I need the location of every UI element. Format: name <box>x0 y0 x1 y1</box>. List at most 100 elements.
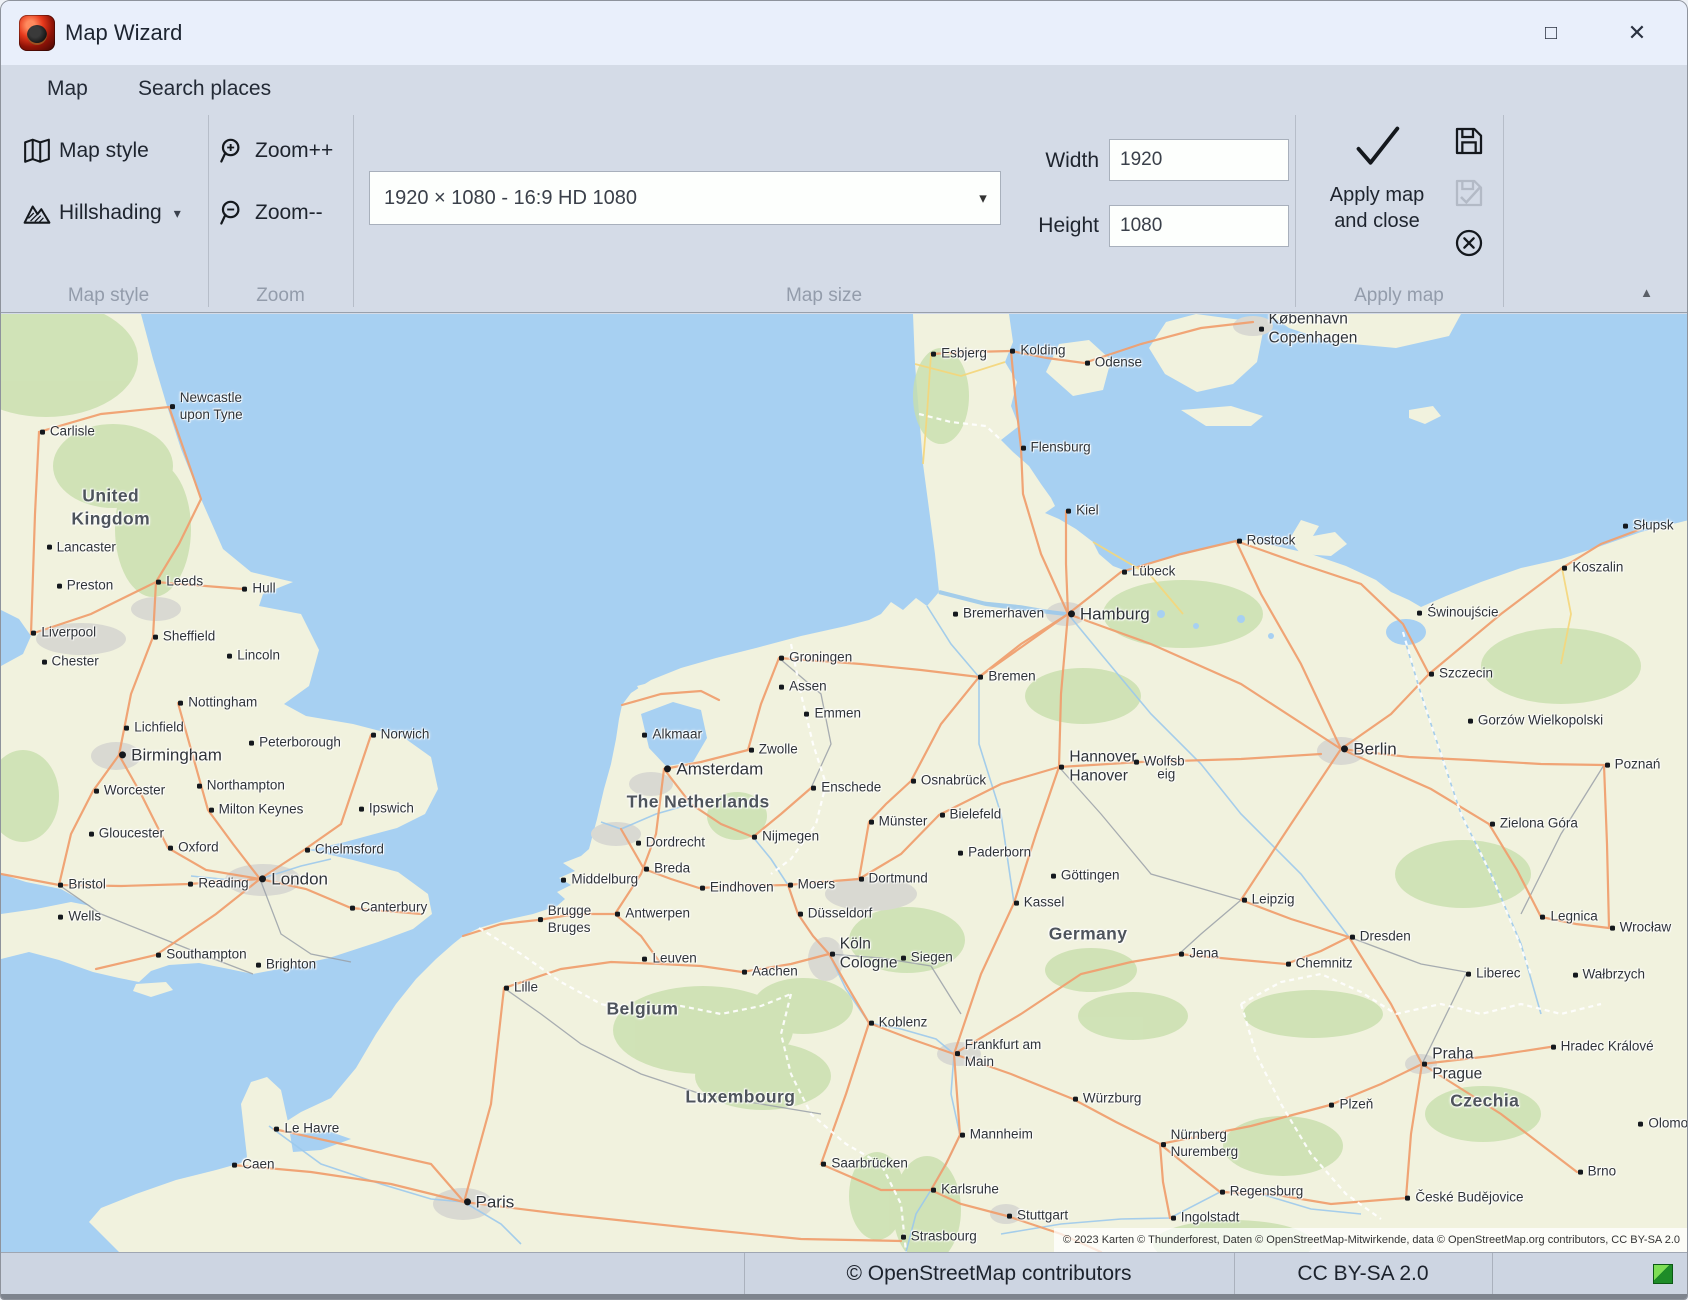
city-label: Saarbrücken <box>821 1155 908 1172</box>
city-label: Leuven <box>642 951 696 968</box>
ribbon: Map style Hillshading ▾ Map style Zoom++ <box>1 113 1687 313</box>
tab-map[interactable]: Map <box>47 65 88 113</box>
city-label: Bremerhaven <box>953 606 1044 623</box>
map-style-button[interactable]: Map style <box>23 137 149 165</box>
city-label: Kassel <box>1014 895 1065 912</box>
group-separator <box>1295 115 1296 307</box>
city-dot <box>274 1127 279 1132</box>
label-text: Lincoln <box>237 648 280 665</box>
city-label: Eindhoven <box>700 880 774 897</box>
city-label: eig <box>1157 766 1175 783</box>
save-check-icon-disabled <box>1453 177 1485 209</box>
city-dot <box>359 807 364 812</box>
city-dot <box>1134 760 1139 765</box>
city-label: Odense <box>1085 354 1142 371</box>
city-dot <box>1638 1122 1643 1127</box>
mountain-icon <box>23 199 51 227</box>
close-button[interactable]: ✕ <box>1619 15 1655 51</box>
city-label: Sheffield <box>153 628 215 645</box>
label-text: Gloucester <box>99 825 164 842</box>
city-label: Worcester <box>94 783 165 800</box>
city-dot <box>664 765 671 772</box>
cancel-icon[interactable] <box>1453 227 1485 259</box>
label-text: Świnoujście <box>1427 605 1498 622</box>
city-label: Rostock <box>1237 533 1296 550</box>
tab-search-places[interactable]: Search places <box>138 65 271 113</box>
label-text: Brno <box>1588 1164 1617 1181</box>
label-text: Esbjerg <box>941 346 987 363</box>
city-dot <box>153 634 158 639</box>
apply-map-and-close-button[interactable]: Apply map and close <box>1319 123 1435 234</box>
label-text: Oxford <box>178 839 219 856</box>
label-text: Koszalin <box>1572 560 1623 577</box>
status-green-icon[interactable] <box>1653 1264 1673 1284</box>
city-dot <box>615 912 620 917</box>
city-dot <box>1466 972 1471 977</box>
city-dot <box>256 962 261 967</box>
label-text: Liberec <box>1476 966 1520 983</box>
label-text: Wałbrzych <box>1583 967 1646 984</box>
label-text: Plzeň <box>1339 1096 1373 1113</box>
collapse-ribbon-icon[interactable]: ▲ <box>1640 285 1653 300</box>
city-label: Słupsk <box>1623 518 1674 535</box>
city-dot <box>911 779 916 784</box>
save-icon[interactable] <box>1453 125 1485 157</box>
city-label: Bremen <box>978 669 1035 686</box>
label-text: Middelburg <box>571 871 638 888</box>
label-text: Luxembourg <box>685 1086 795 1109</box>
city-dot <box>168 845 173 850</box>
city-dot <box>642 733 647 738</box>
city-dot <box>1068 611 1075 618</box>
zoom-in-button[interactable]: Zoom++ <box>219 137 333 165</box>
city-label: Northampton <box>197 777 285 794</box>
label-text: Breda <box>654 861 690 878</box>
city-dot <box>788 883 793 888</box>
city-label: Legnica <box>1540 909 1597 926</box>
city-dot <box>1341 746 1348 753</box>
width-input[interactable] <box>1109 139 1289 181</box>
city-label: Regensburg <box>1220 1184 1304 1201</box>
map-size-preset-combo[interactable]: 1920 × 1080 - 16:9 HD 1080 ▾ <box>369 171 1001 225</box>
city-label: Caen <box>232 1156 274 1173</box>
group-label-zoom: Zoom <box>208 283 353 309</box>
city-dot <box>901 1234 906 1239</box>
maximize-button[interactable]: □ <box>1533 15 1569 51</box>
zoom-in-icon <box>219 137 247 165</box>
country-label: Czechia <box>1450 1090 1519 1113</box>
label-text: Antwerpen <box>625 906 690 923</box>
city-dot <box>958 851 963 856</box>
city-dot <box>869 820 874 825</box>
city-label: KøbenhavnCopenhagen <box>1259 314 1358 348</box>
map-canvas[interactable]: CarlisleNewcastleupon TyneLancasterPrest… <box>1 314 1688 1252</box>
city-label: Preston <box>57 578 114 595</box>
city-label: Mannheim <box>960 1126 1033 1143</box>
label-text: Groningen <box>789 650 852 667</box>
city-dot <box>227 654 232 659</box>
city-dot <box>642 957 647 962</box>
city-dot <box>931 1188 936 1193</box>
map-icon <box>23 137 51 165</box>
city-label: Berlin <box>1341 739 1396 760</box>
label-text: Moers <box>798 877 836 894</box>
city-dot <box>464 1199 471 1206</box>
label-text: Bristol <box>68 877 106 894</box>
label-text: Ipswich <box>369 801 414 818</box>
label-text: Germany <box>1049 923 1128 946</box>
zoom-out-button[interactable]: Zoom-- <box>219 199 323 227</box>
label-text: Stuttgart <box>1017 1208 1068 1225</box>
city-label: Münster <box>869 814 928 831</box>
label-text: Wrocław <box>1620 920 1672 937</box>
city-dot <box>197 783 202 788</box>
city-dot <box>1007 1214 1012 1219</box>
city-dot <box>1066 508 1071 513</box>
city-dot <box>1551 1044 1556 1049</box>
hillshading-button[interactable]: Hillshading ▾ <box>23 199 181 227</box>
label-text: PrahaPrague <box>1432 1045 1482 1084</box>
city-dot <box>931 352 936 357</box>
city-dot <box>94 789 99 794</box>
city-label: Zwolle <box>749 742 798 759</box>
height-input[interactable] <box>1109 205 1289 247</box>
chevron-down-icon: ▾ <box>174 205 181 222</box>
label-text: Hradec Králové <box>1561 1038 1654 1055</box>
city-label: Brighton <box>256 957 316 974</box>
